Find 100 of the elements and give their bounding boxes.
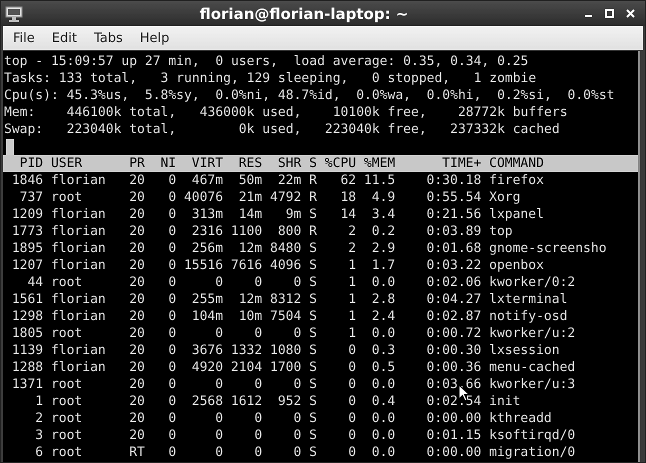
menu-item[interactable]: File — [3, 30, 42, 46]
table-cell-text: 0 — [347, 444, 356, 461]
table-cell-text: 0 — [167, 274, 176, 291]
table-cell-text: florian — [50, 240, 107, 257]
table-cell-text: 0:00.30 — [426, 342, 482, 359]
table-cell-text: florian — [50, 308, 107, 325]
close-icon[interactable] — [626, 9, 635, 18]
table-cell-text: 0 — [167, 410, 176, 427]
table-cell-text: 0 — [253, 410, 262, 427]
table-cell: lxpanel — [489, 206, 544, 223]
column-header: %MEM — [362, 155, 396, 172]
table-cell-text: 1 — [347, 257, 356, 274]
table-cell-text: 0:04.27 — [426, 291, 482, 308]
table-cell-text: florian — [50, 257, 107, 274]
table-cell-text: 0 — [347, 393, 356, 410]
table-cell-text: 1209 — [10, 206, 44, 223]
table-cell-text: 20 — [128, 240, 145, 257]
table-cell-text: 1 — [347, 274, 356, 291]
table-cell-text: 0 — [347, 410, 356, 427]
table-cell-text: 0 — [167, 359, 176, 376]
table-cell-text: 0:30.18 — [426, 172, 482, 189]
table-cell-text: 0 — [292, 325, 302, 342]
table-cell-text: 0.4 — [370, 393, 396, 410]
table-cell-text: 40076 — [182, 189, 224, 206]
table-cell-text: root — [50, 410, 84, 427]
table-cell-text: 4792 — [269, 189, 302, 206]
table-cell-text: 1 — [347, 325, 356, 342]
table-cell-text: 7616 — [230, 257, 262, 274]
table-cell-text: 2 — [34, 410, 44, 427]
maximize-icon[interactable] — [605, 9, 614, 18]
table-cell-text: 0 — [167, 257, 176, 274]
summary-line: Swap: 223040k total, 0k used, 223040k free, 237332k cached — [3, 121, 561, 138]
table-cell-text: 0.5 — [370, 359, 396, 376]
table-cell-text: S — [308, 274, 317, 291]
table-cell-text: 0 — [214, 376, 224, 393]
summary-line: Mem: 446100k total, 436000k used, 10100k free, 28772k buffers — [3, 104, 569, 121]
menu-item[interactable]: Tabs — [84, 30, 130, 46]
table-cell-text: 0 — [347, 427, 356, 444]
table-cell-text: 0 — [167, 325, 176, 342]
table-cell-text: 12m — [238, 291, 262, 308]
table-cell-text: 0 — [167, 206, 176, 223]
table-cell-text: 2568 — [190, 393, 224, 410]
table-cell-text: 1371 — [10, 376, 44, 393]
table-cell: gnome-screensho — [489, 240, 607, 257]
table-cell-text: root — [50, 393, 84, 410]
menu-item[interactable]: Edit — [42, 30, 84, 46]
table-cell-text: 2 — [347, 240, 356, 257]
table-cell-text: 0.0 — [370, 325, 396, 342]
table-cell-text: 313m — [190, 206, 224, 223]
table-cell-text: 2 — [347, 223, 356, 240]
table-cell-text: 1298 — [10, 308, 44, 325]
table-cell-text: 0 — [253, 444, 262, 461]
table-cell-text: 0 — [253, 274, 262, 291]
table-cell-text: 12m — [238, 240, 262, 257]
table-cell: lxsession — [489, 342, 560, 359]
table-cell: kworker/u:3 — [489, 376, 576, 393]
table-cell-text: 0 — [253, 325, 262, 342]
table-cell: Xorg — [489, 189, 520, 206]
table-cell-text: 3.4 — [370, 206, 396, 223]
table-cell-text: 0:03.89 — [426, 223, 482, 240]
table-cell-text: 20 — [128, 172, 145, 189]
table-cell-text: 2104 — [230, 359, 262, 376]
table-cell-text: root — [50, 189, 84, 206]
table-cell-text: 0 — [167, 291, 176, 308]
column-header: USER — [50, 155, 84, 172]
table-cell-text: florian — [50, 359, 107, 376]
table-cell-text: 0 — [167, 376, 176, 393]
table-cell-text: 1080 — [269, 342, 302, 359]
table-cell: top — [489, 223, 513, 240]
table-cell-text: 1773 — [10, 223, 44, 240]
table-cell-text: 0.2 — [370, 223, 396, 240]
table-cell-text: 0 — [292, 376, 302, 393]
table-cell-text: root — [50, 376, 84, 393]
table-cell-text: florian — [50, 172, 107, 189]
table-cell-text: root — [50, 427, 84, 444]
table-cell-text: 0 — [214, 427, 224, 444]
menu-item[interactable]: Help — [130, 30, 176, 46]
summary-line: top - 15:09:57 up 27 min, 0 users, load average: 0.35, 0.34, 0.25 — [3, 53, 530, 70]
table-cell-text: 0 — [253, 427, 262, 444]
table-cell-text: 2.4 — [370, 308, 396, 325]
column-header: RES — [238, 155, 262, 172]
table-cell-text: R — [308, 223, 317, 240]
table-cell: kworker/u:2 — [489, 325, 576, 342]
table-cell-text: 20 — [128, 257, 145, 274]
table-cell-text: 1612 — [230, 393, 262, 410]
table-cell-text: 0 — [214, 444, 224, 461]
table-cell-text: 0:01.15 — [426, 427, 482, 444]
table-cell-text: S — [308, 410, 317, 427]
table-cell-text: 2.8 — [370, 291, 396, 308]
table-cell-text: root — [50, 274, 84, 291]
table-cell-text: 0:21.56 — [426, 206, 482, 223]
column-header: VIRT — [190, 155, 224, 172]
table-cell: firefox — [489, 172, 544, 189]
table-cell-text: 4920 — [190, 359, 224, 376]
table-cell-text: 20 — [128, 342, 145, 359]
table-cell: migration/0 — [489, 444, 576, 461]
table-cell-text: 2316 — [190, 223, 224, 240]
table-cell-text: florian — [50, 206, 107, 223]
table-cell-text: S — [308, 444, 317, 461]
table-cell-text: 0:01.68 — [426, 240, 482, 257]
